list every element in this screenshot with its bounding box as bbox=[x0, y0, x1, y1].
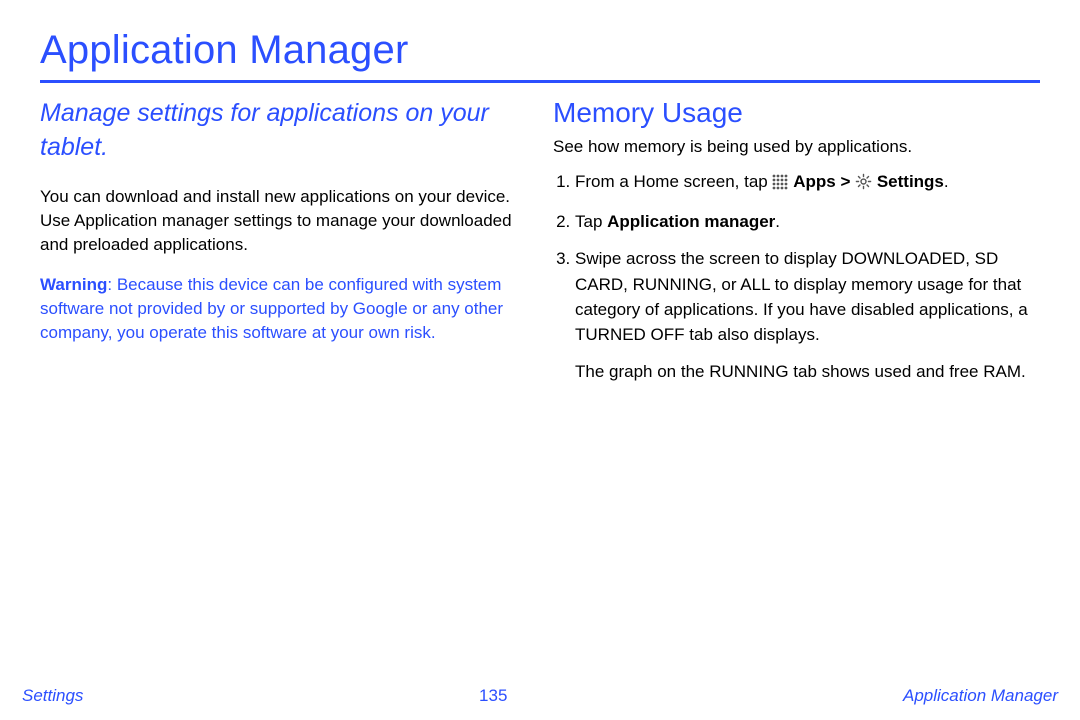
step-3-text: Swipe across the screen to display DOWNL… bbox=[575, 249, 1028, 343]
apps-grid-icon bbox=[772, 172, 788, 197]
warning-label: Warning bbox=[40, 275, 107, 294]
footer-left: Settings bbox=[22, 686, 83, 706]
settings-gear-icon bbox=[855, 172, 872, 197]
step-1-gt: > bbox=[840, 172, 855, 191]
steps-list: From a Home screen, tap Apps bbox=[553, 169, 1040, 384]
step-1: From a Home screen, tap Apps bbox=[575, 169, 1040, 197]
step-2-dot: . bbox=[775, 212, 780, 231]
left-column: Manage settings for applications on your… bbox=[40, 97, 527, 396]
step-2-pre: Tap bbox=[575, 212, 607, 231]
step-1-pre: From a Home screen, tap bbox=[575, 172, 772, 191]
memory-intro: See how memory is being used by applicat… bbox=[553, 135, 1040, 159]
step-1-apps: Apps bbox=[793, 172, 836, 191]
step-2: Tap Application manager. bbox=[575, 209, 1040, 234]
step-1-settings: Settings bbox=[877, 172, 944, 191]
footer-right: Application Manager bbox=[903, 686, 1058, 706]
step-2-bold: Application manager bbox=[607, 212, 775, 231]
page-subtitle: Manage settings for applications on your… bbox=[40, 97, 527, 165]
warning-text: Warning: Because this device can be conf… bbox=[40, 273, 527, 345]
warning-body: : Because this device can be configured … bbox=[40, 275, 503, 342]
page-title: Application Manager bbox=[40, 28, 1040, 72]
section-heading-memory-usage: Memory Usage bbox=[553, 97, 1040, 129]
footer-page-number: 135 bbox=[479, 686, 507, 706]
right-column: Memory Usage See how memory is being use… bbox=[553, 97, 1040, 396]
page-footer: Settings 135 Application Manager bbox=[0, 686, 1080, 706]
title-divider bbox=[40, 80, 1040, 83]
step-3: Swipe across the screen to display DOWNL… bbox=[575, 246, 1040, 384]
step-3-note: The graph on the RUNNING tab shows used … bbox=[575, 359, 1040, 384]
intro-text: You can download and install new applica… bbox=[40, 185, 527, 257]
step-1-dot: . bbox=[944, 172, 949, 191]
